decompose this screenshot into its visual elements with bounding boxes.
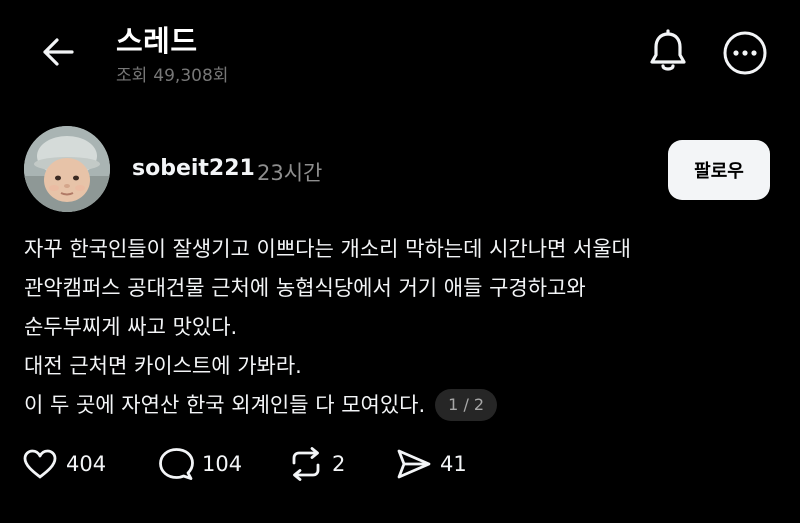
post-time: 23시간 bbox=[257, 161, 323, 185]
username[interactable]: sobeit221 bbox=[132, 156, 255, 181]
views-value: 49,308회 bbox=[153, 66, 229, 86]
more-horizontal-icon bbox=[723, 31, 767, 75]
repost-count: 2 bbox=[332, 452, 346, 476]
repost-button[interactable]: 2 bbox=[288, 447, 396, 481]
like-count: 404 bbox=[66, 452, 107, 476]
views-label: 조회 bbox=[116, 66, 148, 86]
page-title: 스레드 bbox=[116, 24, 198, 58]
post-text-line: 대전 근처면 카이스트에 가봐라. bbox=[24, 354, 302, 378]
follow-button[interactable]: 팔로우 bbox=[668, 140, 770, 200]
send-icon bbox=[397, 449, 431, 479]
heart-icon bbox=[23, 449, 57, 479]
back-button[interactable] bbox=[36, 30, 80, 74]
post-text-line: 자꾸 한국인들이 잘생기고 이쁘다는 개소리 막하는데 시간나면 서울대 bbox=[24, 237, 632, 261]
thread-header: 스레드 조회 49,308회 bbox=[0, 0, 800, 100]
share-count: 41 bbox=[440, 452, 467, 476]
page-indicator: 1 / 2 bbox=[435, 389, 498, 421]
post-text-line: 이 두 곳에 자연산 한국 외계인들 다 모여있다. bbox=[24, 393, 426, 417]
post-text-line: 순두부찌게 싸고 맛있다. bbox=[24, 315, 238, 339]
share-button[interactable]: 41 bbox=[396, 448, 496, 480]
like-button[interactable]: 404 bbox=[22, 448, 158, 480]
action-bar: 404 104 2 41 bbox=[22, 442, 496, 486]
post-text: 자꾸 한국인들이 잘생기고 이쁘다는 개소리 막하는데 시간나면 서울대 관악캠… bbox=[24, 230, 774, 425]
arrow-left-icon bbox=[43, 38, 74, 66]
baby-photo bbox=[24, 126, 110, 212]
post-text-line: 관악캠퍼스 공대건물 근처에 농협식당에서 거기 애들 구경하고와 bbox=[24, 276, 586, 300]
repost-icon bbox=[292, 447, 320, 481]
comment-bubble-icon bbox=[159, 448, 194, 480]
reply-count: 104 bbox=[202, 452, 243, 476]
avatar[interactable] bbox=[24, 126, 110, 212]
notifications-button[interactable] bbox=[644, 27, 692, 77]
view-count: 조회 49,308회 bbox=[116, 61, 228, 86]
post-text-line-last: 이 두 곳에 자연산 한국 외계인들 다 모여있다. 1 / 2 bbox=[24, 386, 774, 425]
more-options-button[interactable] bbox=[722, 30, 768, 76]
bell-icon bbox=[650, 29, 686, 71]
reply-button[interactable]: 104 bbox=[158, 447, 288, 481]
